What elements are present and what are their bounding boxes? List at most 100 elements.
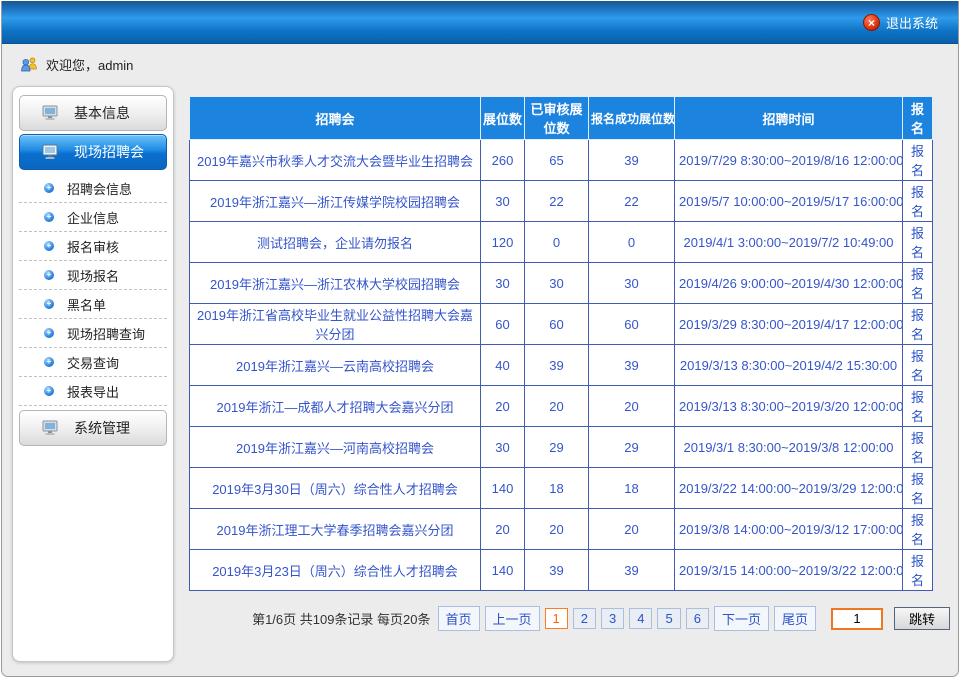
success-count-cell: 39 — [589, 345, 675, 386]
success-count-cell: 39 — [589, 550, 675, 591]
welcome-text: 欢迎您，admin — [46, 55, 133, 74]
success-count-cell: 20 — [589, 509, 675, 550]
fair-table-header: 招聘会 展位数 已审核展位数 报名成功展位数 招聘时间 报名 — [190, 97, 933, 140]
approved-count-cell: 60 — [525, 304, 589, 345]
last-page-button[interactable]: 尾页 — [774, 606, 816, 631]
sidebar-item-basic-info[interactable]: 基本信息 — [19, 95, 167, 131]
first-page-button[interactable]: 首页 — [438, 606, 480, 631]
approved-count-cell: 22 — [525, 181, 589, 222]
apply-link[interactable]: 报名 — [911, 554, 924, 588]
sidebar-sub-item[interactable]: + 报名审核 — [19, 232, 167, 261]
sidebar-item-label: 系统管理 — [74, 418, 130, 438]
sidebar-sub-item-label: 现场报名 — [67, 266, 119, 285]
approved-count-cell: 20 — [525, 509, 589, 550]
col-header-booths: 展位数 — [481, 97, 525, 140]
recruit-time-cell: 2019/3/15 14:00:00~2019/3/22 12:00:00 — [675, 550, 903, 591]
welcome-bar: 欢迎您，admin — [20, 55, 133, 74]
sidebar-sub-item[interactable]: + 企业信息 — [19, 203, 167, 232]
jump-page-input[interactable] — [831, 608, 883, 630]
monitor-icon — [42, 420, 60, 436]
logout-label: 退出系统 — [886, 13, 938, 32]
apply-link[interactable]: 报名 — [911, 185, 924, 219]
sidebar: 基本信息 现场招聘会 + 招聘会信息 + 企业信息 + 报名审核 + 现场报名 … — [12, 86, 174, 662]
monitor-icon — [42, 144, 60, 160]
sidebar-sub-item[interactable]: + 黑名单 — [19, 290, 167, 319]
page-number-button[interactable]: 6 — [686, 608, 709, 629]
fair-name-cell: 2019年浙江嘉兴—浙江农林大学校园招聘会 — [190, 263, 481, 304]
sidebar-sub-item-label: 现场招聘查询 — [67, 324, 145, 343]
page-number-button[interactable]: 5 — [657, 608, 680, 629]
booth-count-cell: 30 — [481, 181, 525, 222]
recruit-time-cell: 2019/3/22 14:00:00~2019/3/29 12:00:00 — [675, 468, 903, 509]
sidebar-sub-item[interactable]: + 报表导出 — [19, 377, 167, 406]
bullet-plus-icon: + — [44, 241, 54, 251]
main-content: 招聘会 展位数 已审核展位数 报名成功展位数 招聘时间 报名 2019年嘉兴市秋… — [189, 96, 950, 631]
apply-cell: 报名 — [903, 427, 933, 468]
sidebar-item-system-mgmt[interactable]: 系统管理 — [19, 410, 167, 446]
fair-name-cell: 2019年浙江理工大学春季招聘会嘉兴分团 — [190, 509, 481, 550]
table-row: 2019年3月30日（周六）综合性人才招聘会 140 18 18 2019/3/… — [190, 468, 933, 509]
apply-link[interactable]: 报名 — [911, 349, 924, 383]
success-count-cell: 22 — [589, 181, 675, 222]
sidebar-sub-item[interactable]: + 现场报名 — [19, 261, 167, 290]
fair-name-cell: 2019年嘉兴市秋季人才交流大会暨毕业生招聘会 — [190, 140, 481, 181]
sidebar-sub-item-label: 报表导出 — [67, 382, 119, 401]
recruit-time-cell: 2019/4/1 3:00:00~2019/7/2 10:49:00 — [675, 222, 903, 263]
sidebar-sub-item[interactable]: + 现场招聘查询 — [19, 319, 167, 348]
apply-cell: 报名 — [903, 140, 933, 181]
approved-count-cell: 30 — [525, 263, 589, 304]
apply-link[interactable]: 报名 — [911, 513, 924, 547]
sidebar-sub-item-label: 报名审核 — [67, 237, 119, 256]
recruit-time-cell: 2019/3/29 8:30:00~2019/4/17 12:00:00 — [675, 304, 903, 345]
table-row: 2019年浙江嘉兴—云南高校招聘会 40 39 39 2019/3/13 8:3… — [190, 345, 933, 386]
booth-count-cell: 30 — [481, 263, 525, 304]
col-header-approved: 已审核展位数 — [525, 97, 589, 140]
apply-cell: 报名 — [903, 263, 933, 304]
table-row: 2019年浙江省高校毕业生就业公益性招聘大会嘉兴分团 60 60 60 2019… — [190, 304, 933, 345]
page-number-button[interactable]: 2 — [573, 608, 596, 629]
apply-link[interactable]: 报名 — [911, 267, 924, 301]
sidebar-sub-list: + 招聘会信息 + 企业信息 + 报名审核 + 现场报名 + 黑名单 + 现场招… — [19, 174, 167, 406]
approved-count-cell: 39 — [525, 345, 589, 386]
bullet-plus-icon: + — [44, 212, 54, 222]
next-page-button[interactable]: 下一页 — [714, 606, 769, 631]
apply-link[interactable]: 报名 — [911, 431, 924, 465]
table-row: 2019年嘉兴市秋季人才交流大会暨毕业生招聘会 260 65 39 2019/7… — [190, 140, 933, 181]
approved-count-cell: 20 — [525, 386, 589, 427]
sidebar-item-onsite-fair[interactable]: 现场招聘会 — [19, 134, 167, 170]
sidebar-sub-item[interactable]: + 交易查询 — [19, 348, 167, 377]
col-header-success: 报名成功展位数 — [589, 97, 675, 140]
col-header-time: 招聘时间 — [675, 97, 903, 140]
logout-button[interactable]: × 退出系统 — [863, 13, 938, 32]
page-number-button[interactable]: 3 — [601, 608, 624, 629]
page-number-button[interactable]: 1 — [545, 608, 568, 629]
approved-count-cell: 29 — [525, 427, 589, 468]
sidebar-sub-item[interactable]: + 招聘会信息 — [19, 174, 167, 203]
page-number-button[interactable]: 4 — [629, 608, 652, 629]
table-row: 2019年浙江嘉兴—浙江传媒学院校园招聘会 30 22 22 2019/5/7 … — [190, 181, 933, 222]
success-count-cell: 29 — [589, 427, 675, 468]
recruit-time-cell: 2019/4/26 9:00:00~2019/4/30 12:00:00 — [675, 263, 903, 304]
apply-link[interactable]: 报名 — [911, 144, 924, 178]
sidebar-sub-item-label: 招聘会信息 — [67, 179, 132, 198]
fair-name-cell: 2019年浙江嘉兴—云南高校招聘会 — [190, 345, 481, 386]
bullet-plus-icon: + — [44, 183, 54, 193]
apply-link[interactable]: 报名 — [911, 472, 924, 506]
fair-table-body: 2019年嘉兴市秋季人才交流大会暨毕业生招聘会 260 65 39 2019/7… — [190, 140, 933, 591]
bullet-plus-icon: + — [44, 386, 54, 396]
apply-link[interactable]: 报名 — [911, 390, 924, 424]
recruit-time-cell: 2019/3/13 8:30:00~2019/4/2 15:30:00 — [675, 345, 903, 386]
sidebar-item-label: 基本信息 — [74, 103, 130, 123]
col-header-apply: 报名 — [903, 97, 933, 140]
approved-count-cell: 18 — [525, 468, 589, 509]
table-row: 2019年浙江—成都人才招聘大会嘉兴分团 20 20 20 2019/3/13 … — [190, 386, 933, 427]
page-numbers: 123456 — [545, 608, 709, 629]
apply-link[interactable]: 报名 — [911, 308, 924, 342]
booth-count-cell: 30 — [481, 427, 525, 468]
jump-button[interactable]: 跳转 — [894, 607, 950, 630]
prev-page-button[interactable]: 上一页 — [485, 606, 540, 631]
recruit-time-cell: 2019/3/13 8:30:00~2019/3/20 12:00:00 — [675, 386, 903, 427]
monitor-icon — [42, 105, 60, 121]
bullet-plus-icon: + — [44, 357, 54, 367]
apply-link[interactable]: 报名 — [911, 226, 924, 260]
